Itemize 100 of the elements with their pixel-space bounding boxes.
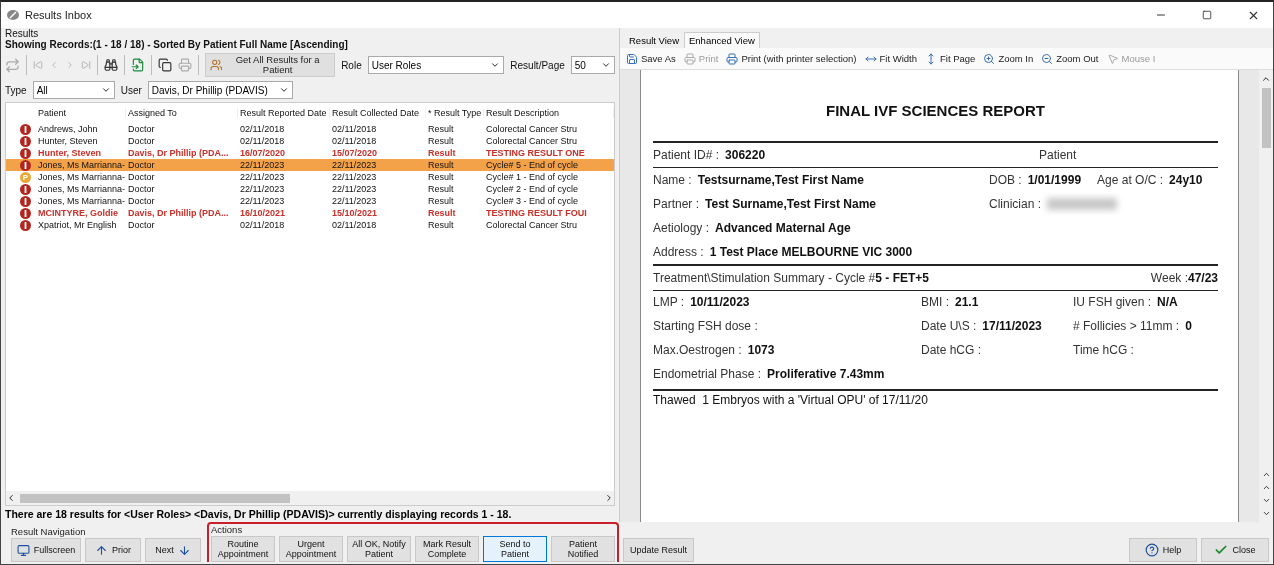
role-label: Role (341, 59, 362, 71)
report-label: Clinician : (989, 197, 1042, 211)
report-value: 21.1 (955, 295, 979, 309)
first-page-icon[interactable] (1261, 470, 1271, 479)
help-button[interactable]: Help (1129, 538, 1197, 562)
result-row[interactable]: P Jones, Ms Marrianna- Doctor 22/11/2023 22/11/2023 Result Cycle# 1 - End of cycle (6, 171, 614, 183)
horizontal-scrollbar[interactable] (6, 491, 614, 505)
view-tab[interactable]: Result View (624, 32, 684, 48)
table-cell-text: Andrews, John (37, 124, 99, 134)
action-button[interactable]: Send to Patient (483, 536, 547, 562)
scrollbar-thumb[interactable] (20, 493, 290, 503)
alert-icon (20, 147, 31, 159)
restore-icon[interactable] (1202, 10, 1212, 20)
zoom-out-icon (1041, 52, 1054, 65)
alert-icon (20, 207, 31, 219)
close-button[interactable]: Close (1201, 538, 1269, 562)
next-page-icon[interactable] (1261, 496, 1271, 505)
report-label: IU FSH given : (1073, 295, 1152, 309)
chevron-down-icon (601, 60, 611, 70)
action-button[interactable]: Urgent Appointment (279, 536, 343, 562)
toolbar-button[interactable]: Save As (626, 52, 676, 65)
toolbar-button[interactable]: Print (with printer selection) (726, 52, 857, 65)
report-value: Advanced Maternal Age (715, 221, 851, 235)
alert-icon (20, 183, 31, 195)
column-header[interactable]: * Result Type (426, 108, 484, 118)
column-header[interactable]: Result Collected Date (330, 108, 426, 118)
type-dropdown[interactable]: All (32, 81, 115, 99)
toolbar-button[interactable]: Zoom In (983, 52, 1034, 65)
action-button[interactable]: Patient Notified (551, 536, 615, 562)
view-tab[interactable]: Enhanced View (684, 32, 760, 48)
report-value: Testsurname,Test First Name (697, 173, 864, 187)
type-label: Type (5, 84, 27, 96)
user-dropdown[interactable]: Davis, Dr Phillip (PDAVIS) (147, 81, 293, 99)
report-label: Endometrial Phase : (653, 367, 762, 381)
navigation-button[interactable]: Prior (85, 538, 141, 562)
search-icon[interactable] (103, 58, 118, 72)
results-summary: There are 18 results for <User Roles> <Davis, Dr Phillip (PDAVIS)> currently displaying records 1 - 18. (5, 507, 513, 522)
scrollbar-thumb[interactable] (1261, 88, 1271, 148)
report-label: Patient (1039, 148, 1077, 162)
result-row[interactable]: Xpatriot, Mr English Doctor 02/11/2018 02/11/2018 Result Colorectal Cancer Stru (6, 219, 614, 231)
report-value: 24y10 (1169, 173, 1203, 187)
table-cell-text: 22/11/2023 (239, 196, 286, 206)
table-cell-text: Doctor (127, 136, 156, 146)
toolbar-button[interactable]: Fit Width (864, 52, 917, 65)
column-header[interactable]: Result Description (484, 108, 614, 118)
refresh-icon[interactable] (5, 57, 20, 73)
result-row[interactable]: MCINTYRE, Goldie Davis, Dr Phillip (PDA... 16/10/2021 15/10/2021 Result TESTING RESULT FOUI (6, 207, 614, 219)
navigation-button[interactable]: Fullscreen (11, 538, 81, 562)
alert-icon (20, 159, 31, 171)
update-result-button[interactable]: Update Result (623, 538, 695, 562)
report-label: LMP : (653, 295, 685, 309)
printer-icon[interactable] (177, 58, 192, 72)
column-header[interactable]: Patient (36, 108, 126, 118)
report-value: Proliferative 7.43mm (767, 367, 885, 381)
toolbar-button[interactable]: Zoom Out (1041, 52, 1099, 65)
table-cell-text: 22/11/2023 (239, 184, 286, 194)
table-cell-text: 15/07/2020 (331, 148, 379, 158)
role-dropdown[interactable]: User Roles (367, 56, 505, 74)
table-cell-text: Davis, Dr Phillip (PDA... (127, 148, 230, 158)
table-cell-text: 16/07/2020 (239, 148, 287, 158)
copy-icon[interactable] (157, 58, 172, 72)
table-cell-text: 02/11/2018 (331, 136, 378, 146)
table-cell-text: MCINTYRE, Goldie (37, 208, 119, 218)
column-header[interactable]: Result Reported Date (238, 108, 330, 118)
result-row[interactable]: Hunter, Steven Davis, Dr Phillip (PDA... 16/07/2020 15/07/2020 Result TESTING RESULT ONE (6, 147, 614, 159)
scroll-up-icon[interactable] (1261, 74, 1271, 84)
report-label: Week : (1150, 271, 1188, 285)
action-button[interactable]: All OK, Notify Patient (347, 536, 411, 562)
result-row[interactable]: Jones, Ms Marrianna- Doctor 22/11/2023 22/11/2023 Result Cycle# 2 - End of cycle (6, 183, 614, 195)
vertical-scrollbar[interactable] (1259, 70, 1273, 522)
result-row[interactable]: Hunter, Steven Doctor 02/11/2018 02/11/2018 Result Colorectal Cancer Stru (6, 135, 614, 147)
action-button[interactable]: Mark Result Complete (415, 536, 479, 562)
alert-icon (20, 219, 31, 231)
result-row[interactable]: Jones, Ms Marrianna- Doctor 22/11/2023 22/11/2023 Result Cycle# 5 - End of cycle (6, 159, 614, 171)
result-row[interactable]: Jones, Ms Marrianna- Doctor 22/11/2023 22/11/2023 Result Cycle# 3 - End of cycle (6, 195, 614, 207)
records-status: Showing Records:(1 - 18 / 18) - Sorted By Patient Full Name [Ascending] (5, 39, 349, 50)
table-cell-text: 02/11/2018 (239, 124, 286, 134)
navigation-button[interactable]: Next (145, 538, 201, 562)
table-cell-text: 22/11/2023 (331, 160, 378, 170)
printer-icon (726, 52, 739, 65)
import-icon[interactable] (130, 58, 145, 72)
result-row[interactable]: Andrews, John Doctor 02/11/2018 02/11/2018 Result Colorectal Cancer Stru (6, 123, 614, 135)
column-header[interactable]: Assigned To (126, 108, 238, 118)
table-cell-text: Cycle# 1 - End of cycle (485, 172, 580, 182)
scroll-right-icon[interactable] (604, 493, 614, 503)
table-cell-text: 02/11/2018 (239, 220, 286, 230)
table-cell-text: 22/11/2023 (331, 172, 378, 182)
page-size-dropdown[interactable]: 50 (570, 56, 615, 74)
report-value: 1/01/1999 (1027, 173, 1082, 187)
get-all-results-button[interactable]: Get All Results for a Patient (204, 53, 336, 77)
table-cell-text: Colorectal Cancer Stru (485, 220, 579, 230)
previous-page-icon[interactable] (1261, 483, 1271, 492)
arrow-down-icon (177, 543, 191, 557)
toolbar-button[interactable]: Fit Page (925, 52, 976, 65)
alert-icon (20, 123, 31, 135)
scroll-left-icon[interactable] (6, 493, 16, 503)
action-button[interactable]: Routine Appointment (211, 536, 275, 562)
table-cell-text: Result (427, 184, 455, 194)
last-page-icon[interactable] (1261, 509, 1271, 518)
report-value: 10/11/2023 (690, 295, 750, 309)
